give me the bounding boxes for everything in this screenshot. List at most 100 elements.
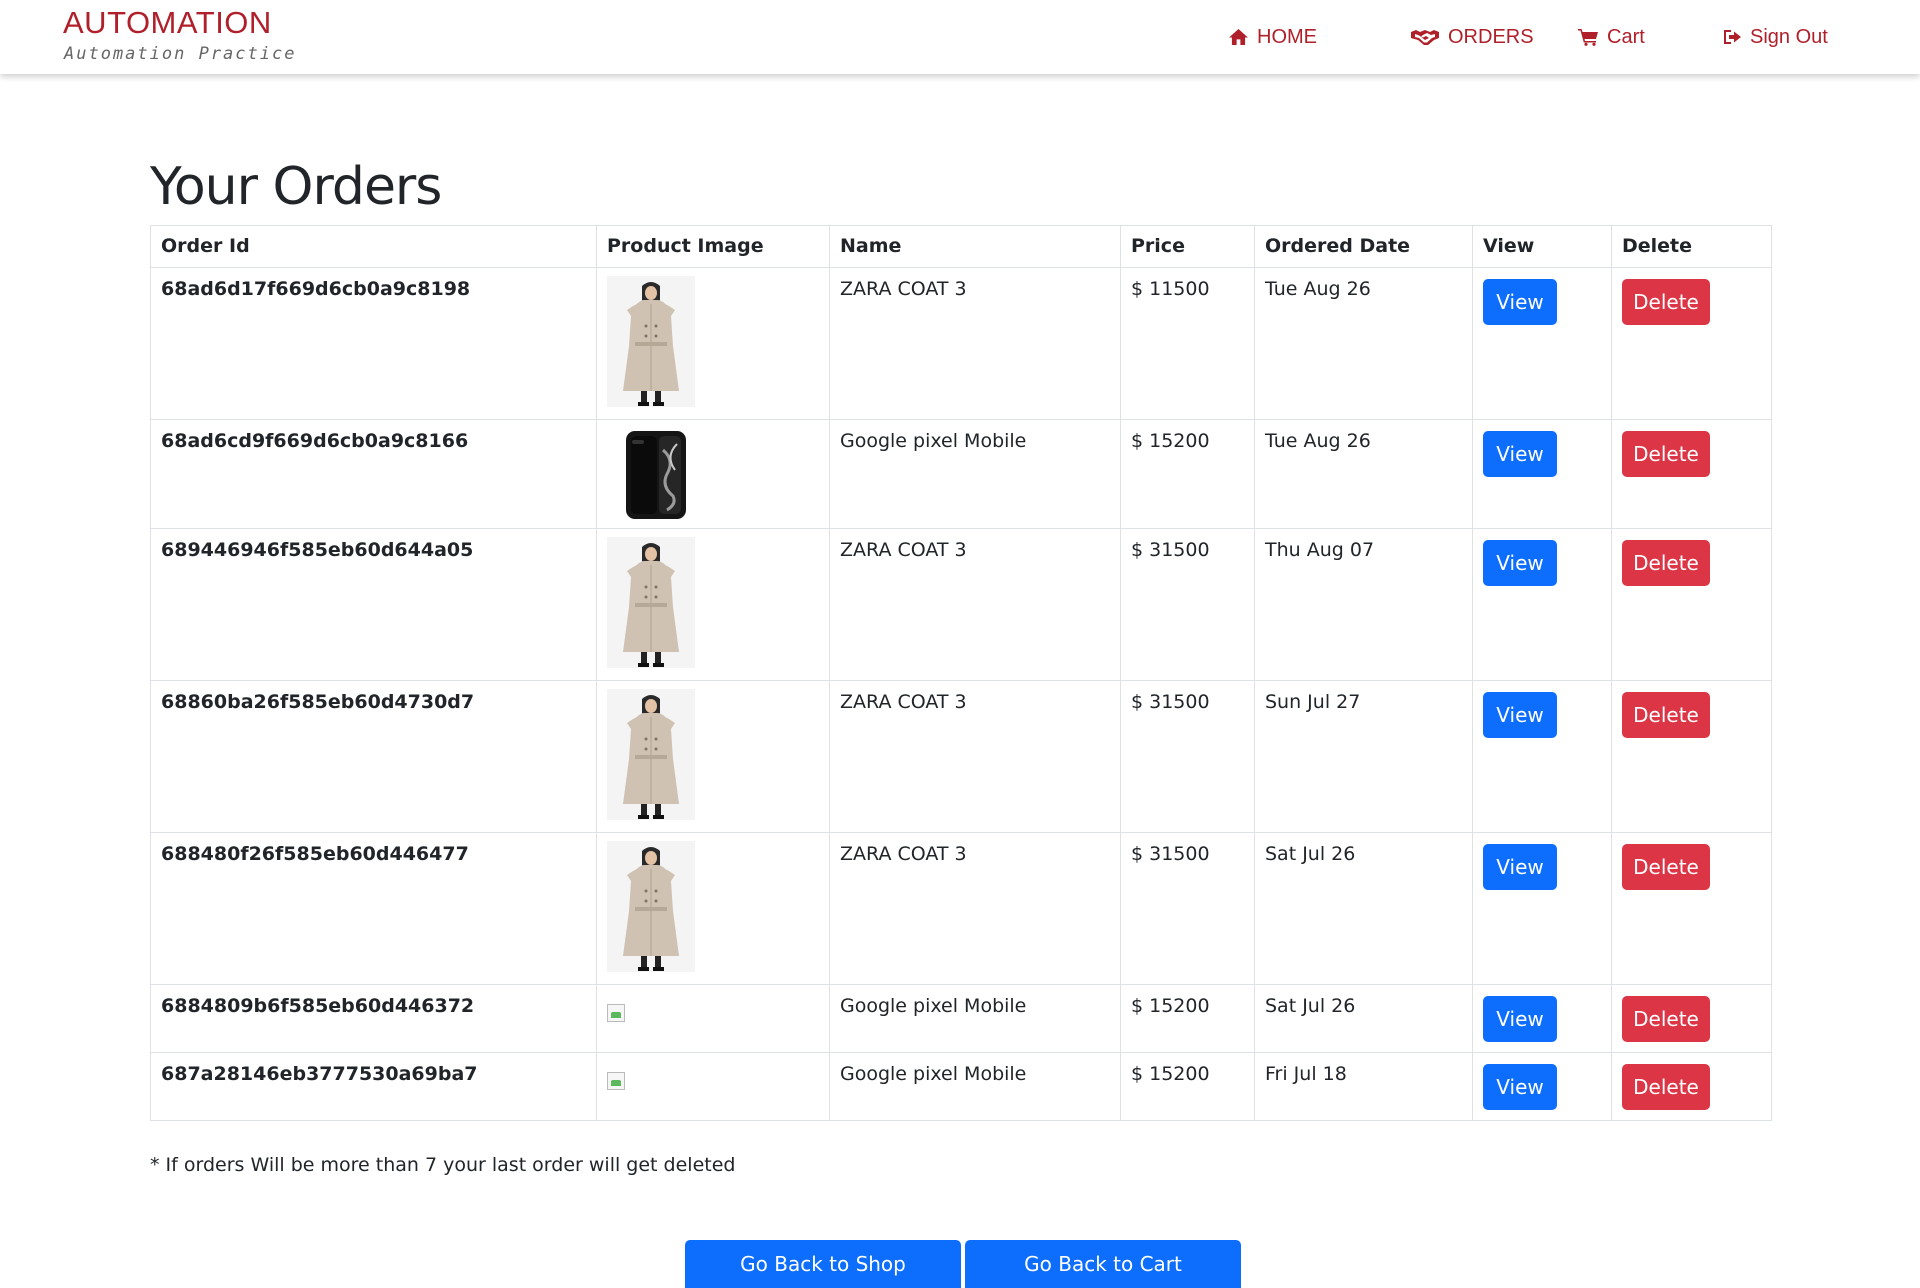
product-image-cell <box>596 1052 830 1121</box>
product-name-cell: Google pixel Mobile <box>829 1052 1121 1121</box>
broken-image-icon <box>607 1004 625 1022</box>
product-name-cell: ZARA COAT 3 <box>829 267 1121 420</box>
coat-product-image <box>607 537 695 668</box>
delete-order-button[interactable]: Delete <box>1622 844 1710 890</box>
nav-orders-button[interactable]: ORDERS <box>1411 22 1534 52</box>
view-cell: View <box>1472 528 1612 681</box>
brand-title: AUTOMATION <box>63 5 272 40</box>
delete-cell: Delete <box>1611 528 1772 681</box>
ordered-date-cell: Fri Jul 18 <box>1254 1052 1473 1121</box>
view-order-button[interactable]: View <box>1483 1064 1557 1110</box>
sign-out-icon <box>1724 30 1741 44</box>
nav-orders-label: ORDERS <box>1448 25 1534 48</box>
order-id-cell: 689446946f585eb60d644a05 <box>150 528 597 681</box>
table-row: 68ad6cd9f669d6cb0a9c8166 Google pixel Mo… <box>150 419 1772 529</box>
view-cell: View <box>1472 267 1612 420</box>
ordered-date-cell: Tue Aug 26 <box>1254 419 1473 529</box>
coat-product-image <box>607 276 695 407</box>
table-row: 687a28146eb3777530a69ba7 Google pixel Mo… <box>150 1052 1772 1121</box>
header-product-image: Product Image <box>596 225 830 268</box>
delete-order-button[interactable]: Delete <box>1622 540 1710 586</box>
coat-product-image <box>607 841 695 972</box>
table-row: 68860ba26f585eb60d4730d7 ZARA COAT 3 $ 3… <box>150 680 1772 833</box>
view-order-button[interactable]: View <box>1483 431 1557 477</box>
go-back-to-cart-button[interactable]: Go Back to Cart <box>965 1240 1241 1288</box>
delete-cell: Delete <box>1611 680 1772 833</box>
price-cell: $ 11500 <box>1120 267 1255 420</box>
handshake-icon <box>1411 30 1439 45</box>
brand-subtitle: Automation Practice <box>64 44 297 64</box>
table-row: 6884809b6f585eb60d446372 Google pixel Mo… <box>150 984 1772 1053</box>
product-image-cell <box>596 528 830 681</box>
delete-cell: Delete <box>1611 1052 1772 1121</box>
ordered-date-cell: Sun Jul 27 <box>1254 680 1473 833</box>
broken-image-icon <box>607 1072 625 1090</box>
header-order-id: Order Id <box>150 225 597 268</box>
orders-limit-note: * If orders Will be more than 7 your las… <box>150 1154 736 1176</box>
price-cell: $ 31500 <box>1120 528 1255 681</box>
delete-order-button[interactable]: Delete <box>1622 1064 1710 1110</box>
product-name-cell: ZARA COAT 3 <box>829 680 1121 833</box>
delete-order-button[interactable]: Delete <box>1622 279 1710 325</box>
ordered-date-cell: Sat Jul 26 <box>1254 832 1473 985</box>
delete-cell: Delete <box>1611 267 1772 420</box>
header-ordered-date: Ordered Date <box>1254 225 1473 268</box>
table-row: 688480f26f585eb60d446477 ZARA COAT 3 $ 3… <box>150 832 1772 985</box>
price-cell: $ 31500 <box>1120 680 1255 833</box>
home-icon <box>1229 29 1248 45</box>
view-order-button[interactable]: View <box>1483 279 1557 325</box>
nav-home-button[interactable]: HOME <box>1229 22 1317 52</box>
view-cell: View <box>1472 419 1612 529</box>
view-cell: View <box>1472 1052 1612 1121</box>
product-name-cell: ZARA COAT 3 <box>829 528 1121 681</box>
product-image-cell <box>596 267 830 420</box>
view-order-button[interactable]: View <box>1483 540 1557 586</box>
orders-table: Order Id Product Image Name Price Ordere… <box>150 225 1772 1121</box>
brand-logo[interactable]: AUTOMATION Automation Practice <box>63 4 296 64</box>
delete-cell: Delete <box>1611 832 1772 985</box>
phone-product-image <box>626 431 686 519</box>
view-order-button[interactable]: View <box>1483 692 1557 738</box>
header-name: Name <box>829 225 1121 268</box>
nav-signout-button[interactable]: Sign Out <box>1724 22 1828 52</box>
view-order-button[interactable]: View <box>1483 844 1557 890</box>
delete-cell: Delete <box>1611 984 1772 1053</box>
price-cell: $ 15200 <box>1120 984 1255 1053</box>
product-image-cell <box>596 680 830 833</box>
coat-product-image <box>607 689 695 820</box>
nav-cart-button[interactable]: Cart <box>1578 22 1645 52</box>
table-row: 689446946f585eb60d644a05 ZARA COAT 3 $ 3… <box>150 528 1772 681</box>
delete-cell: Delete <box>1611 419 1772 529</box>
nav-cart-label: Cart <box>1607 25 1645 48</box>
price-cell: $ 15200 <box>1120 419 1255 529</box>
order-id-cell: 68ad6d17f669d6cb0a9c8198 <box>150 267 597 420</box>
product-name-cell: ZARA COAT 3 <box>829 832 1121 985</box>
order-id-cell: 68ad6cd9f669d6cb0a9c8166 <box>150 419 597 529</box>
ordered-date-cell: Thu Aug 07 <box>1254 528 1473 681</box>
view-cell: View <box>1472 832 1612 985</box>
delete-order-button[interactable]: Delete <box>1622 996 1710 1042</box>
product-name-cell: Google pixel Mobile <box>829 419 1121 529</box>
nav-home-label: HOME <box>1257 25 1317 48</box>
header-price: Price <box>1120 225 1255 268</box>
go-back-to-shop-button[interactable]: Go Back to Shop <box>685 1240 961 1288</box>
ordered-date-cell: Tue Aug 26 <box>1254 267 1473 420</box>
product-image-cell <box>596 419 830 529</box>
table-header-row: Order Id Product Image Name Price Ordere… <box>150 225 1772 268</box>
top-navbar: AUTOMATION Automation Practice HOME ORDE… <box>0 0 1920 74</box>
header-view: View <box>1472 225 1612 268</box>
order-id-cell: 688480f26f585eb60d446477 <box>150 832 597 985</box>
product-name-cell: Google pixel Mobile <box>829 984 1121 1053</box>
product-image-cell <box>596 832 830 985</box>
product-image-cell <box>596 984 830 1053</box>
view-order-button[interactable]: View <box>1483 996 1557 1042</box>
price-cell: $ 31500 <box>1120 832 1255 985</box>
cart-icon <box>1578 29 1598 46</box>
delete-order-button[interactable]: Delete <box>1622 431 1710 477</box>
delete-order-button[interactable]: Delete <box>1622 692 1710 738</box>
page-title: Your Orders <box>150 157 442 217</box>
order-id-cell: 6884809b6f585eb60d446372 <box>150 984 597 1053</box>
table-row: 68ad6d17f669d6cb0a9c8198 ZARA COAT 3 $ 1… <box>150 267 1772 420</box>
order-id-cell: 68860ba26f585eb60d4730d7 <box>150 680 597 833</box>
view-cell: View <box>1472 680 1612 833</box>
